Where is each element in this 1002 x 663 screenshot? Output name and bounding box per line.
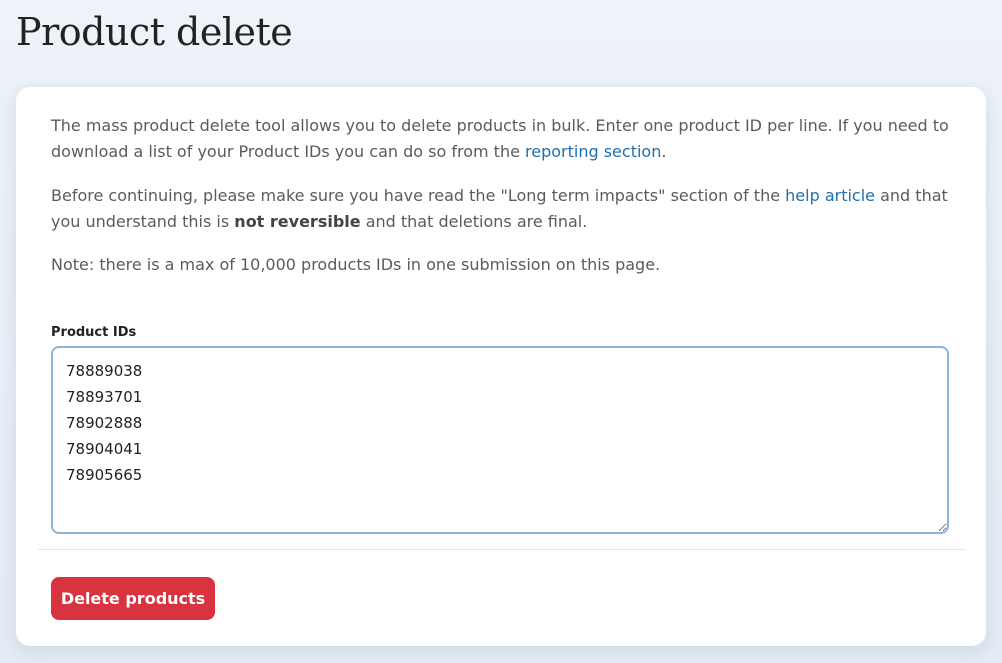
warning-text-a: Before continuing, please make sure you … (51, 186, 786, 205)
warning-text-c: and that deletions are final. (360, 212, 588, 231)
delete-products-button[interactable]: Delete products (51, 577, 215, 620)
product-ids-label: Product IDs (51, 325, 137, 340)
intro-paragraph-note: Note: there is a max of 10,000 products … (51, 255, 661, 274)
reporting-section-link[interactable]: reporting section (525, 142, 661, 161)
intro-text: The mass product delete tool allows you … (51, 116, 949, 161)
intro-paragraph-warning: Before continuing, please make sure you … (51, 183, 951, 235)
page-title: Product delete (16, 10, 293, 54)
help-article-link[interactable]: help article (785, 186, 875, 205)
product-ids-textarea[interactable] (51, 346, 949, 534)
form-divider (38, 549, 966, 550)
intro-paragraph-bulk-delete: The mass product delete tool allows you … (51, 113, 951, 165)
intro-period: . (661, 142, 667, 161)
not-reversible-emphasis: not reversible (234, 212, 361, 231)
product-delete-card: The mass product delete tool allows you … (16, 87, 986, 646)
